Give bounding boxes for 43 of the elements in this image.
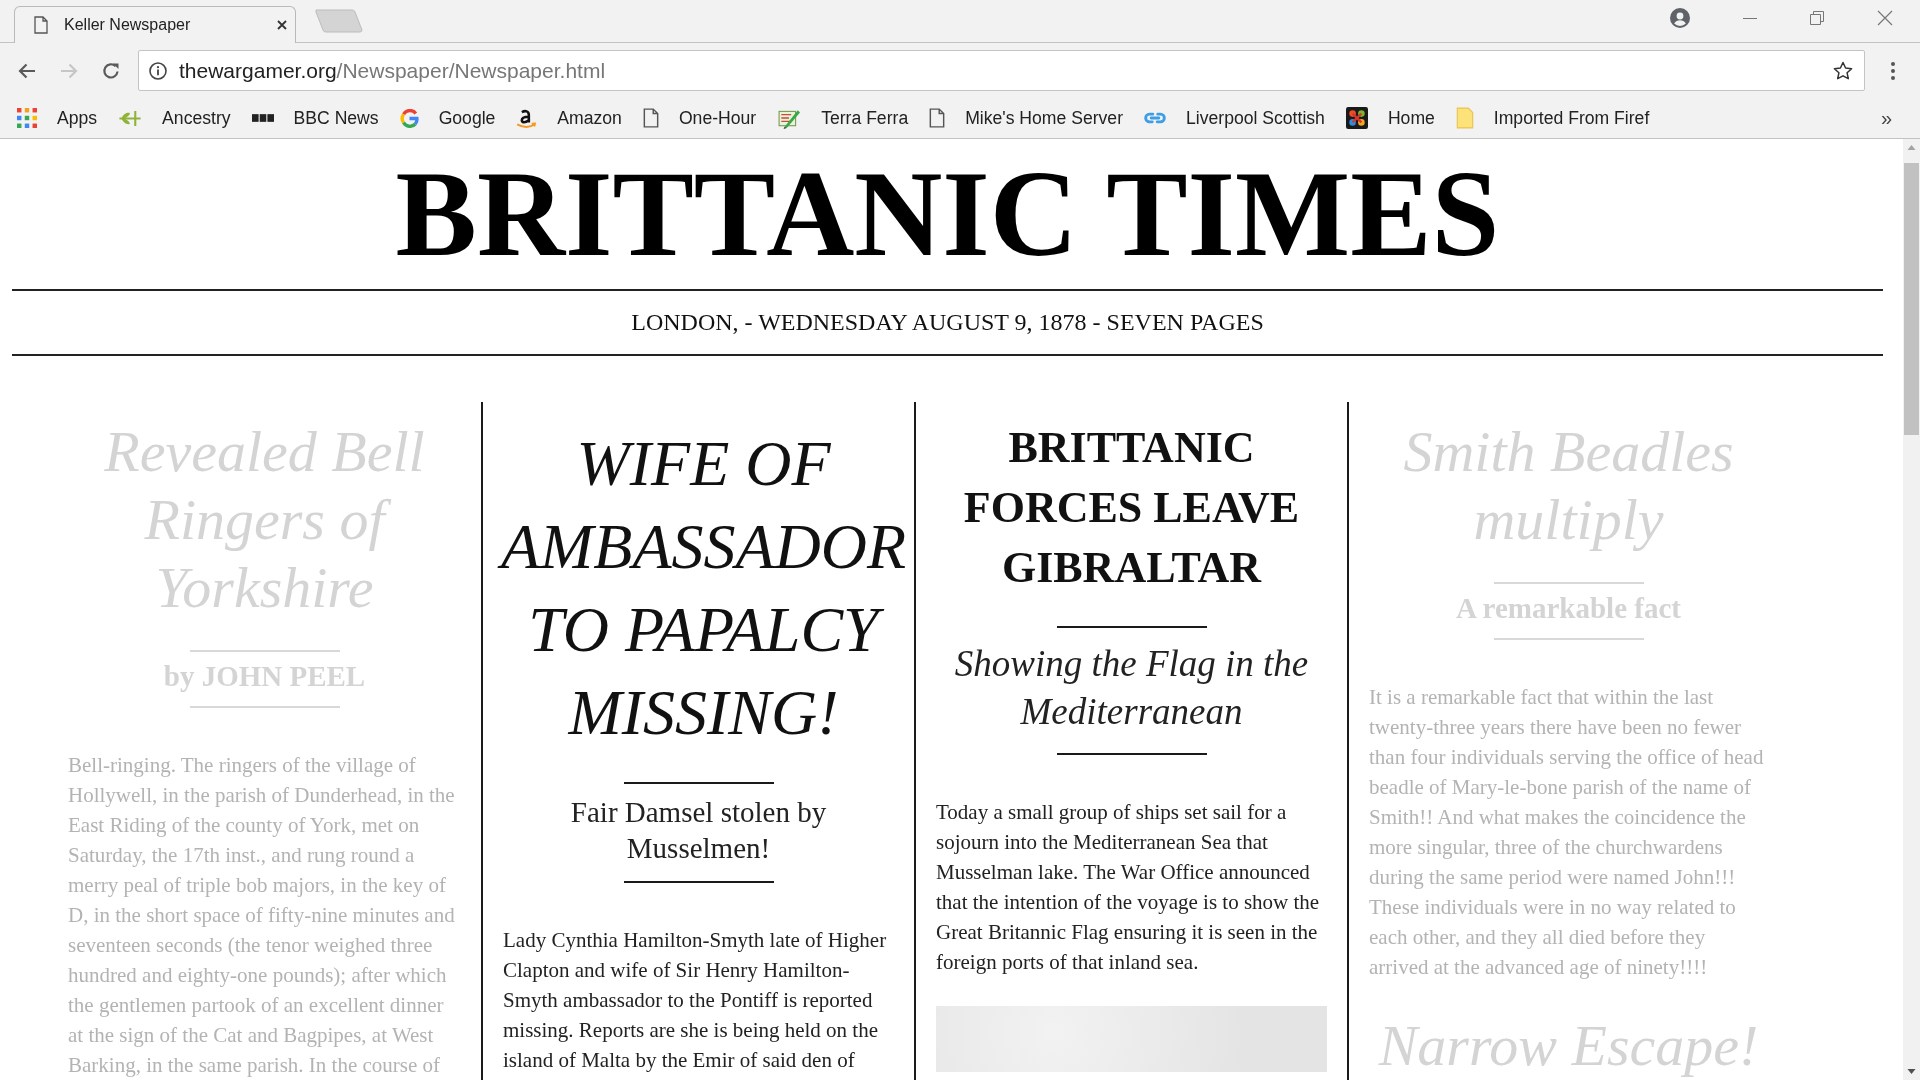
bookmark-link[interactable]: Apps [17, 107, 98, 129]
bookmark-link[interactable]: Amazon [516, 107, 622, 129]
subheadline: Fair Damsel stolen by Musselmen! [569, 795, 828, 866]
dateline: LONDON, - WEDNESDAY AUGUST 9, 1878 - SEVEN PAGES [630, 308, 1265, 337]
headline: BRITTANIC FORCES LEAVE GIBRALTAR [962, 422, 1301, 594]
close-icon[interactable] [277, 20, 287, 30]
smile-arrow-icon [516, 107, 538, 129]
document-icon [642, 108, 659, 128]
profile-icon[interactable] [1670, 8, 1690, 28]
bookmark-link[interactable]: Google [399, 107, 496, 129]
bookmark-link[interactable]: Ancestry [118, 107, 231, 129]
star-icon[interactable] [1833, 60, 1853, 81]
apps-grid-icon [17, 108, 37, 128]
masthead-title: BRITTANIC TIMES [394, 145, 1501, 283]
url-text: thewargamer.org/Newspaper/Newspaper.html [179, 58, 606, 83]
three-blocks-icon [251, 114, 274, 122]
bookmark-link[interactable]: Terra Ferra [777, 107, 909, 129]
bookmark-link[interactable]: Home [1345, 107, 1435, 129]
bookmark-link[interactable]: Imported From Firef [1455, 107, 1650, 129]
headline: WIFE OF AMBASSADOR TO PAPALCY MISSING! [495, 422, 912, 754]
reload-icon[interactable] [101, 60, 121, 81]
leaf-sprig-icon [118, 108, 143, 128]
bookmark-link[interactable]: One-Hour [642, 107, 757, 129]
article-text: It is a remarkable fact that within the last twenty-three years there have been no fewer than four individuals serving the office of head beadle of Mary-le-bone parish of the name of Smith!! And what makes the coincidence the more singular, three of the churchwardens during the same period were named John!!! These individuals were in no way related to each other, and they all died before they arrived at the advanced age of ninety!!!! [1369, 684, 1765, 981]
logo-tile-icon [1345, 107, 1368, 129]
folder-icon [1455, 107, 1474, 129]
bookmark-link[interactable]: BBC News [251, 107, 379, 129]
article-text: Today a small group of ships set sail for a sojourn into the Mediterranean Sea that Musselman lake. The War Office announced that the intention of the voyage is to show the Great Britannic Flag ensuring it is seen in the foreign ports of that inland sea. [936, 799, 1321, 976]
document-icon [929, 108, 946, 128]
info-icon[interactable] [149, 61, 167, 80]
article-text: Lady Cynthia Hamilton-Smyth late of Higher Clapton and wife of Sir Henry Hamilton-Smyth ambassador to the Pontiff is reported missing. Reports are she is being held on the island of Malta by the Emir of said den of [503, 927, 888, 1074]
bookmark-link[interactable]: Liverpool Scottish [1144, 107, 1325, 129]
g-logo-icon [399, 108, 419, 128]
address-bar[interactable]: thewargamer.org/Newspaper/Newspaper.html [138, 50, 1865, 91]
subheadline: Showing the Flag in the Mediterranean [953, 642, 1310, 734]
menu-icon[interactable] [1891, 61, 1895, 80]
browser-tab[interactable]: Keller Newspaper [14, 6, 296, 43]
document-icon [34, 16, 48, 34]
bookmarks-overflow-button[interactable]: » [1880, 106, 1892, 130]
restore-icon[interactable] [1810, 11, 1824, 25]
article-text: Bell-ringing. The ringers of the village of Hollywell, in the parish of Dunderhead, in the East Riding of the county of York, met on Saturday, the 17th inst., and rung round a merry peal of triple bob majors, in the key of D, in the short space of fifty-nine minutes and seventeen seconds (the tenor weighed three hundred and eighty-one pounds); after which the gentlemen partook of an excellent dinner at the sign of the Cat and Bagpipes, at West Barking, in the same parish. In the course of [68, 752, 456, 1079]
bookmark-link[interactable]: Mike's Home Server [929, 107, 1123, 129]
scrollbar-thumb[interactable] [1904, 163, 1919, 435]
